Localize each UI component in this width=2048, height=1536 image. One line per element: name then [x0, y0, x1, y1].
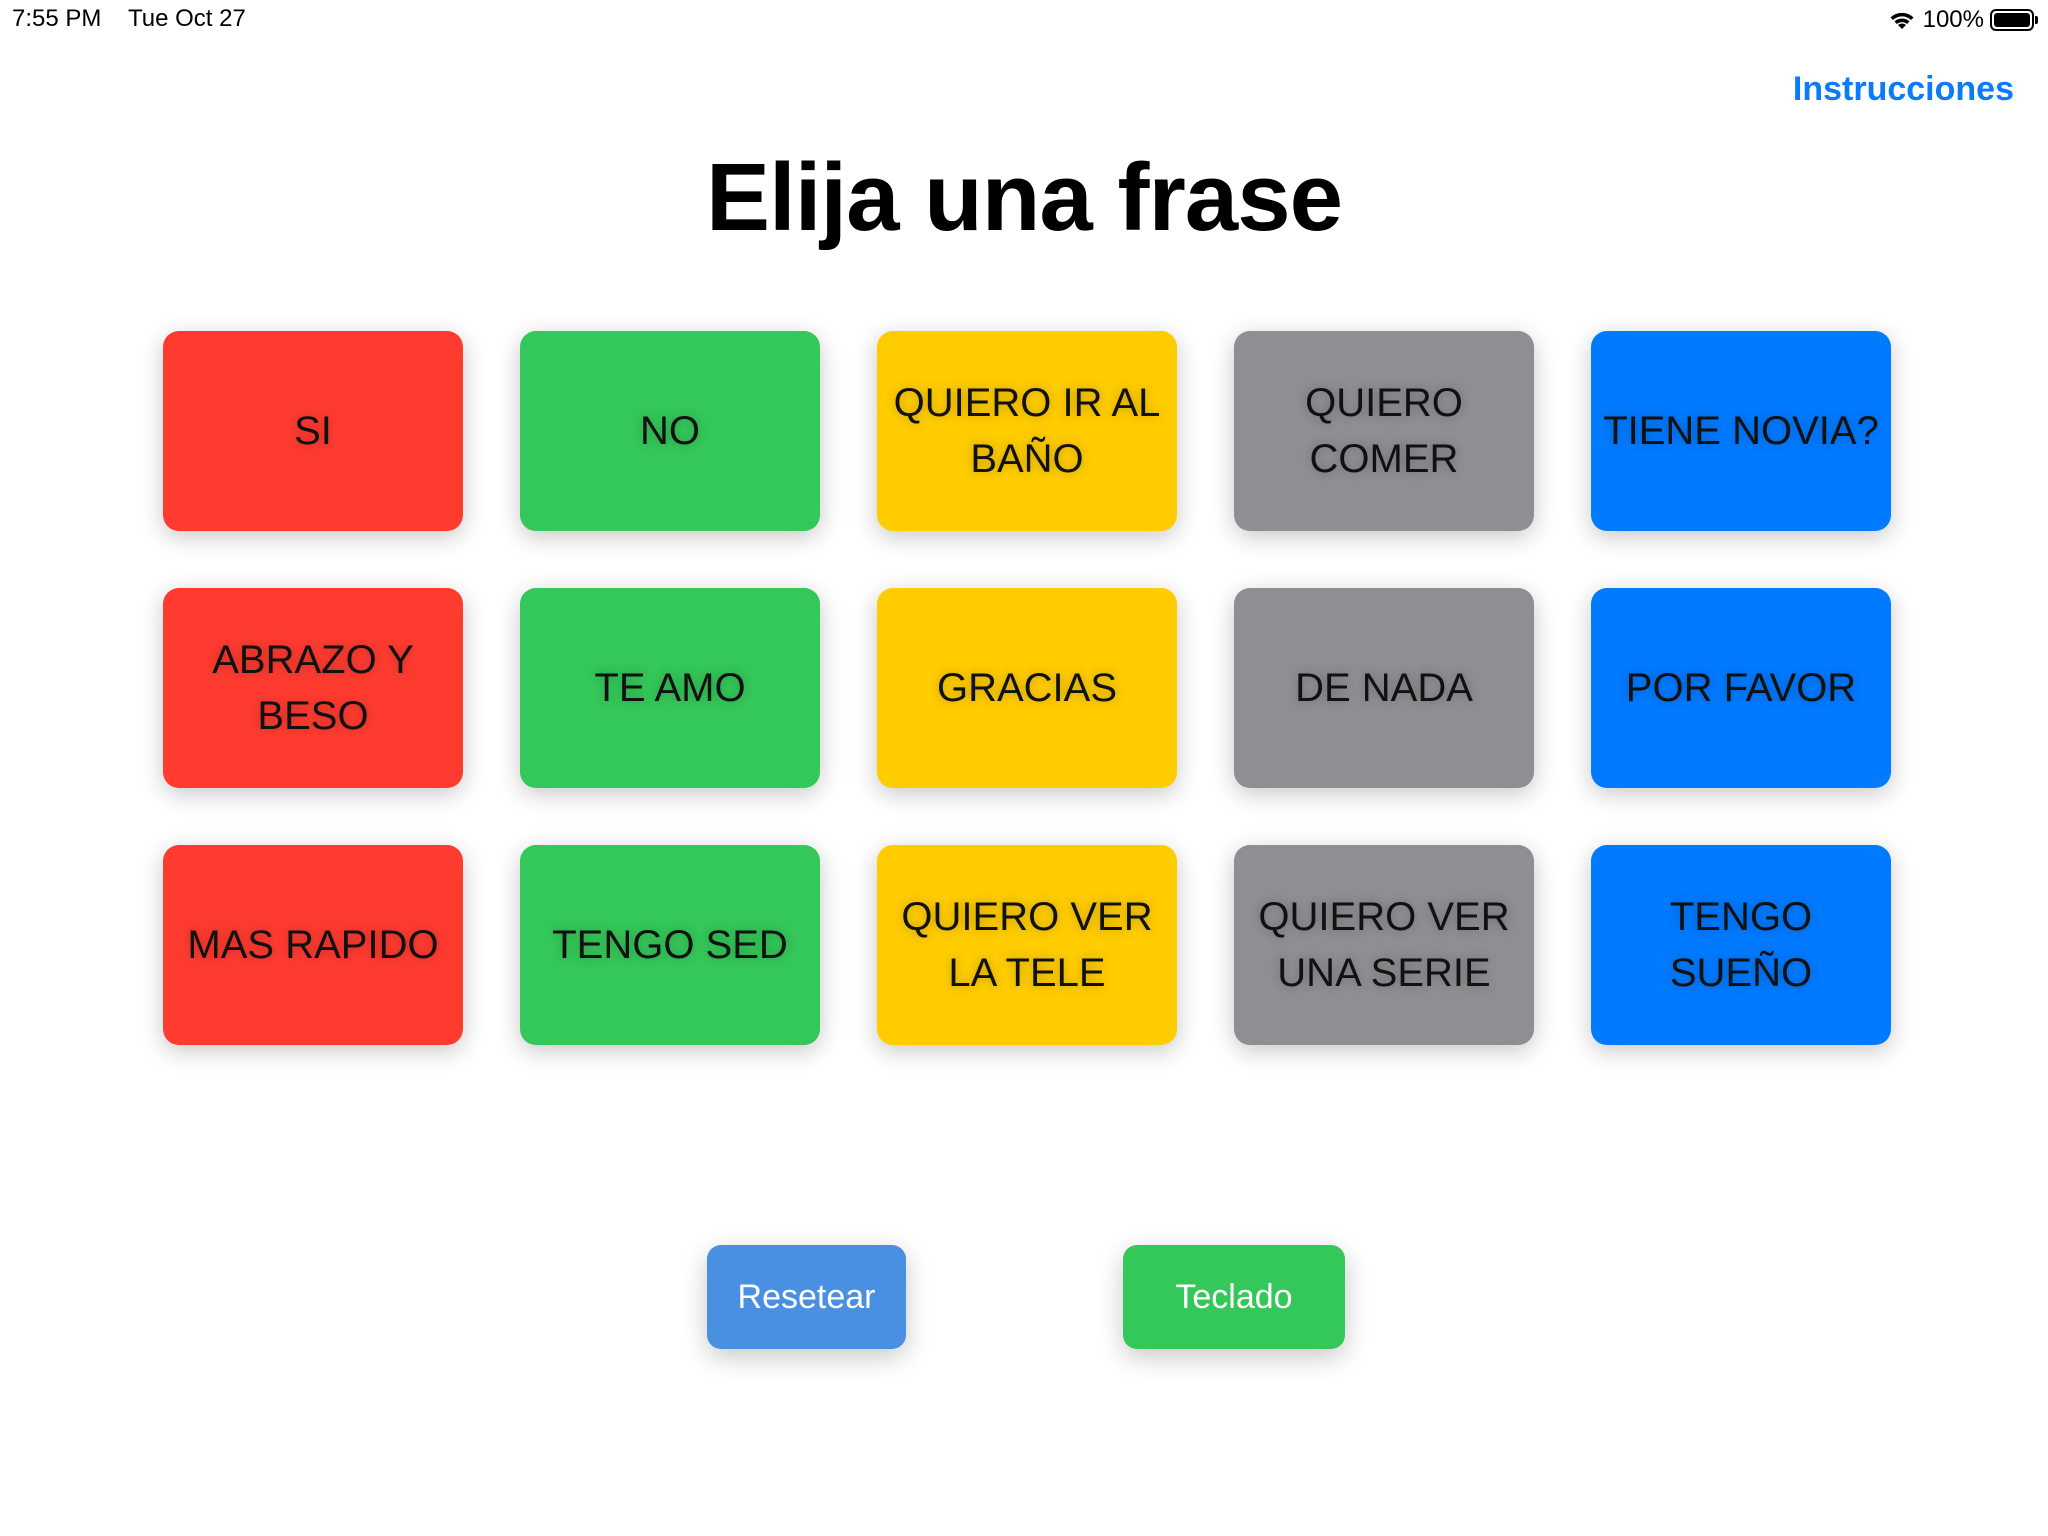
status-indicators: 100%	[1887, 4, 2040, 36]
phrase-button-si[interactable]: SI	[163, 331, 463, 531]
phrase-button-quiero-comer[interactable]: QUIERO COMER	[1234, 331, 1534, 531]
battery-percent: 100%	[1922, 6, 1984, 33]
phrase-button-quiero-ver-la-tele[interactable]: QUIERO VER LA TELE	[877, 845, 1177, 1045]
battery-icon	[1990, 9, 2040, 31]
phrase-label: POR FAVOR	[1625, 666, 1857, 710]
phrase-label: MAS RAPIDO	[187, 923, 439, 967]
phrase-label: DE NADA	[1295, 666, 1473, 710]
phrase-label: QUIERO COMER	[1305, 381, 1463, 481]
wifi-icon	[1890, 12, 1914, 29]
phrase-button-no[interactable]: NO	[520, 331, 820, 531]
phrase-button-tiene-novia[interactable]: TIENE NOVIA?	[1591, 331, 1891, 531]
phrase-button-abrazo-y-beso[interactable]: ABRAZO Y BESO	[163, 588, 463, 788]
phrase-label: TENGO SUEÑO	[1669, 895, 1813, 995]
page-title: Elija una frase	[706, 144, 1343, 251]
status-bar: 7:55 PM Tue Oct 27 100%	[0, 0, 2048, 40]
phrase-button-mas-rapido[interactable]: MAS RAPIDO	[163, 845, 463, 1045]
phrase-button-quiero-ir-al-bano[interactable]: QUIERO IR AL BAÑO	[877, 331, 1177, 531]
phrase-label: NO	[640, 409, 700, 453]
reset-button[interactable]: Resetear	[707, 1245, 906, 1349]
phrase-label: SI	[294, 409, 332, 453]
phrase-button-tengo-sed[interactable]: TENGO SED	[520, 845, 820, 1045]
status-time: 7:55 PM	[12, 5, 102, 32]
phrase-label: GRACIAS	[936, 666, 1118, 710]
phrase-label: TIENE NOVIA?	[1603, 409, 1879, 453]
status-date: Tue Oct 27	[128, 5, 246, 32]
phrase-label: TENGO SED	[552, 923, 788, 967]
phrase-button-de-nada[interactable]: DE NADA	[1234, 588, 1534, 788]
keyboard-button[interactable]: Teclado	[1123, 1245, 1345, 1349]
phrase-button-por-favor[interactable]: POR FAVOR	[1591, 588, 1891, 788]
instructions-link[interactable]: Instrucciones	[1793, 70, 2014, 109]
phrase-label: ABRAZO Y BESO	[212, 638, 414, 738]
battery-level-fill	[1994, 13, 2030, 27]
phrase-label: TE AMO	[594, 666, 746, 710]
phrase-label: QUIERO VER LA TELE	[901, 895, 1153, 995]
phrase-label: QUIERO VER UNA SERIE	[1258, 895, 1510, 995]
phrase-button-tengo-sueno[interactable]: TENGO SUEÑO	[1591, 845, 1891, 1045]
phrase-button-te-amo[interactable]: TE AMO	[520, 588, 820, 788]
phrase-label: QUIERO IR AL BAÑO	[893, 381, 1161, 481]
phrase-button-quiero-ver-una-serie[interactable]: QUIERO VER UNA SERIE	[1234, 845, 1534, 1045]
phrase-button-gracias[interactable]: GRACIAS	[877, 588, 1177, 788]
phrase-grid: SI NO QUIERO IR AL BAÑO QUIERO COMER TIE…	[163, 331, 1893, 1045]
